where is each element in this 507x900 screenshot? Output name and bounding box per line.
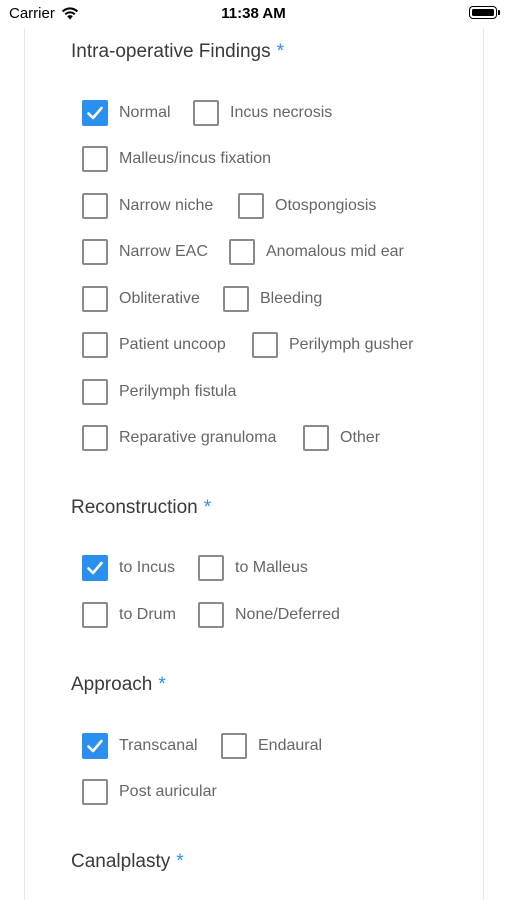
- checkbox-unchecked[interactable]: [82, 146, 108, 172]
- checkbox-unchecked[interactable]: [82, 425, 108, 451]
- checkbox-unchecked[interactable]: [82, 602, 108, 628]
- checkmark-icon: [87, 561, 103, 575]
- checkbox-label: Other: [340, 429, 381, 446]
- required-marker: *: [158, 674, 166, 695]
- checkbox-label: Endaural: [258, 737, 323, 754]
- required-marker: *: [176, 851, 184, 872]
- section-title-findings-text: Intra-operative Findings: [71, 41, 271, 62]
- checkbox-option[interactable]: to Incus: [82, 553, 175, 583]
- checkbox-option[interactable]: Otospongiosis: [238, 191, 376, 221]
- checkbox-option[interactable]: Normal: [82, 98, 171, 128]
- section-title-reconstruction: Reconstruction *: [71, 497, 211, 519]
- status-time: 11:38 AM: [221, 5, 286, 22]
- battery-icon: [469, 6, 500, 19]
- checkbox-label: Normal: [119, 104, 171, 121]
- checkbox-option[interactable]: to Malleus: [198, 553, 308, 583]
- checkbox-option[interactable]: Post auricular: [82, 777, 217, 807]
- checkbox-option[interactable]: Malleus/incus fixation: [82, 144, 271, 174]
- section-title-findings: Intra-operative Findings *: [71, 41, 284, 63]
- checkbox-label: Perilymph gusher: [289, 336, 414, 353]
- checkbox-label: Narrow EAC: [119, 243, 208, 260]
- checkbox-label: Post auricular: [119, 783, 217, 800]
- checkbox-option[interactable]: to Drum: [82, 600, 176, 630]
- checkbox-option[interactable]: Narrow niche: [82, 191, 213, 221]
- section-title-approach-text: Approach: [71, 674, 153, 695]
- checkbox-option[interactable]: None/Deferred: [198, 600, 340, 630]
- checkbox-unchecked[interactable]: [229, 239, 255, 265]
- checkbox-label: to Malleus: [235, 559, 308, 576]
- checkbox-option[interactable]: Incus necrosis: [193, 98, 332, 128]
- checkbox-unchecked[interactable]: [223, 286, 249, 312]
- checkbox-unchecked[interactable]: [252, 332, 278, 358]
- checkbox-label: Transcanal: [119, 737, 198, 754]
- checkbox-label: Anomalous mid ear: [266, 243, 404, 260]
- checkbox-unchecked[interactable]: [221, 733, 247, 759]
- checkbox-unchecked[interactable]: [82, 239, 108, 265]
- checkbox-option[interactable]: Reparative granuloma: [82, 423, 276, 453]
- checkbox-option[interactable]: Patient uncoop: [82, 330, 226, 360]
- checkbox-label: Obliterative: [119, 290, 200, 307]
- checkbox-option[interactable]: Endaural: [221, 731, 322, 761]
- checkbox-option[interactable]: Bleeding: [223, 284, 322, 314]
- checkbox-label: Malleus/incus fixation: [119, 150, 272, 167]
- section-title-approach: Approach *: [71, 674, 166, 696]
- checkbox-unchecked[interactable]: [82, 286, 108, 312]
- checkbox-label: None/Deferred: [235, 606, 340, 623]
- checkbox-label: Patient uncoop: [119, 336, 226, 353]
- section-title-canalplasty-text: Canalplasty: [71, 851, 171, 872]
- checkbox-option[interactable]: Obliterative: [82, 284, 200, 314]
- checkbox-label: Bleeding: [260, 290, 323, 307]
- required-marker: *: [276, 41, 285, 62]
- checkbox-label: to Drum: [119, 606, 176, 623]
- section-title-reconstruction-text: Reconstruction: [71, 497, 198, 518]
- checkbox-unchecked[interactable]: [193, 100, 219, 126]
- checkbox-checked[interactable]: [82, 555, 108, 581]
- checkmark-icon: [87, 106, 103, 120]
- checkbox-label: Reparative granuloma: [119, 429, 277, 446]
- checkbox-checked[interactable]: [82, 733, 108, 759]
- checkbox-option[interactable]: Perilymph fistula: [82, 377, 236, 407]
- checkbox-unchecked[interactable]: [82, 779, 108, 805]
- checkbox-unchecked[interactable]: [198, 555, 224, 581]
- checkbox-unchecked[interactable]: [82, 379, 108, 405]
- checkbox-option[interactable]: Other: [303, 423, 380, 453]
- checkbox-unchecked[interactable]: [238, 193, 264, 219]
- checkbox-unchecked[interactable]: [303, 425, 329, 451]
- section-title-canalplasty: Canalplasty *: [71, 851, 184, 873]
- checkbox-checked[interactable]: [82, 100, 108, 126]
- checkbox-label: Otospongiosis: [275, 197, 377, 214]
- checkbox-option[interactable]: Anomalous mid ear: [229, 237, 404, 267]
- checkbox-unchecked[interactable]: [82, 193, 108, 219]
- checkmark-icon: [87, 739, 103, 753]
- status-bar: Carrier 11:38 AM: [0, 0, 507, 28]
- checkbox-label: Perilymph fistula: [119, 383, 237, 400]
- checkbox-unchecked[interactable]: [198, 602, 224, 628]
- checkbox-option[interactable]: Transcanal: [82, 731, 198, 761]
- checkbox-label: to Incus: [119, 559, 176, 576]
- checkbox-label: Incus necrosis: [230, 104, 333, 121]
- required-marker: *: [203, 497, 212, 518]
- checkbox-unchecked[interactable]: [82, 332, 108, 358]
- checkbox-option[interactable]: Narrow EAC: [82, 237, 208, 267]
- checkbox-label: Narrow niche: [119, 197, 214, 214]
- checkbox-option[interactable]: Perilymph gusher: [252, 330, 414, 360]
